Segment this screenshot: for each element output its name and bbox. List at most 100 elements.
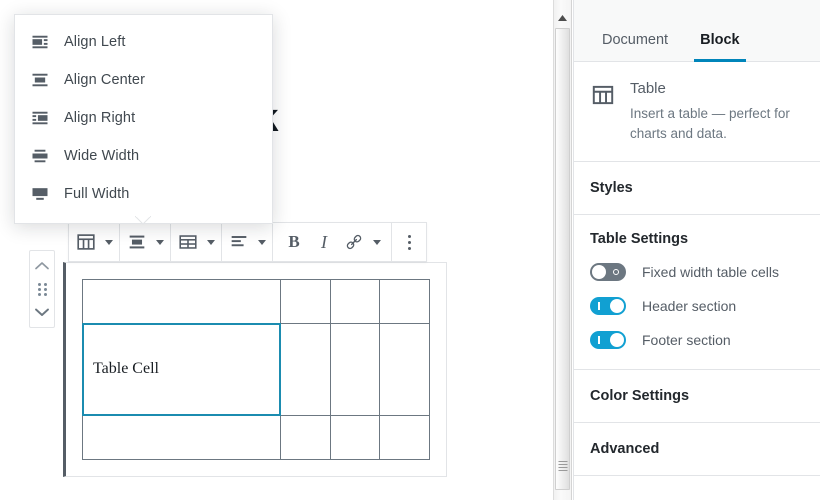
chevron-down-icon xyxy=(35,308,49,316)
editor-canvas: Table Block xyxy=(0,0,549,500)
bold-button[interactable]: B xyxy=(279,223,309,261)
table-cell[interactable] xyxy=(329,414,381,461)
text-alignment-caret[interactable] xyxy=(254,223,270,261)
toggle-fixed-width-table-cells[interactable] xyxy=(590,263,626,282)
italic-button[interactable]: I xyxy=(309,223,339,261)
panel-title: Advanced xyxy=(590,441,660,458)
chevron-down-icon xyxy=(105,239,113,245)
table-cell[interactable] xyxy=(279,414,331,461)
editor-table: Table Cell xyxy=(81,278,430,461)
scrollbar-thumb[interactable] xyxy=(555,28,570,490)
toggle-label: Fixed width table cells xyxy=(642,264,779,281)
move-up-button[interactable] xyxy=(30,255,54,277)
toggle-row-footer-section[interactable]: Footer section xyxy=(590,331,804,350)
chevron-down-icon xyxy=(207,239,215,245)
table-cell[interactable] xyxy=(329,323,381,416)
change-alignment-button[interactable] xyxy=(122,223,152,261)
alignment-caret[interactable] xyxy=(152,223,168,261)
wide-width-icon xyxy=(32,149,48,163)
chevron-down-icon xyxy=(156,239,164,245)
toggle-header-section[interactable] xyxy=(590,297,626,316)
toggle-knob xyxy=(610,299,624,314)
table-block[interactable]: Table Cell xyxy=(63,262,447,477)
block-type-caret[interactable] xyxy=(101,223,117,261)
block-mover-controls xyxy=(29,250,55,328)
toggle-on-mark-icon xyxy=(598,336,600,345)
tab-block[interactable]: Block xyxy=(684,32,756,62)
block-card-title: Table xyxy=(630,80,666,97)
menu-item-align-center[interactable]: Align Center xyxy=(15,61,272,99)
wordpress-block-editor: Table Block xyxy=(0,0,820,500)
menu-item-label: Align Right xyxy=(64,109,136,126)
panel-table-settings: Table Settings Fixed width table cells H… xyxy=(574,215,820,371)
link-icon xyxy=(346,234,362,250)
chevron-up-icon xyxy=(35,262,49,270)
panel-advanced[interactable]: Advanced xyxy=(574,423,820,477)
align-center-icon xyxy=(129,235,145,249)
change-text-alignment-button[interactable] xyxy=(224,223,254,261)
table-cell[interactable] xyxy=(82,414,281,461)
table-icon xyxy=(592,85,614,105)
table-cell[interactable] xyxy=(329,278,381,325)
table-cell[interactable] xyxy=(279,323,331,416)
table-row xyxy=(82,414,430,461)
align-center-icon xyxy=(32,73,48,87)
toggle-row-fixed-width-table-cells[interactable]: Fixed width table cells xyxy=(590,263,804,282)
table-cell[interactable] xyxy=(279,278,331,325)
block-card-text: Table Insert a table — perfect for chart… xyxy=(630,80,804,143)
menu-item-label: Wide Width xyxy=(64,147,140,164)
editor-scrollbar[interactable] xyxy=(553,0,572,500)
table-cell-selected[interactable]: Table Cell xyxy=(81,322,282,417)
edit-table-caret[interactable] xyxy=(203,223,219,261)
sidebar-tabs: Document Block xyxy=(574,0,820,62)
edit-table-icon xyxy=(179,235,197,249)
edit-table-button[interactable] xyxy=(173,223,203,261)
panel-color-settings[interactable]: Color Settings xyxy=(574,370,820,424)
scroll-up-button[interactable] xyxy=(554,10,571,25)
settings-sidebar: Document Block Table Insert a table — pe… xyxy=(573,0,820,500)
drag-handle[interactable] xyxy=(30,278,54,300)
toggle-knob xyxy=(610,333,624,348)
change-block-type-button[interactable] xyxy=(71,223,101,261)
more-options-button[interactable] xyxy=(394,223,424,261)
tab-document[interactable]: Document xyxy=(586,32,684,62)
toolbar-group-alignment xyxy=(120,223,171,261)
chevron-down-icon xyxy=(258,239,266,245)
block-toolbar: B I xyxy=(68,222,427,262)
align-right-icon xyxy=(32,111,48,125)
menu-item-align-right[interactable]: Align Right xyxy=(15,99,272,137)
text-align-left-icon xyxy=(231,236,247,247)
menu-item-align-left[interactable]: Align Left xyxy=(15,23,272,61)
menu-item-wide-width[interactable]: Wide Width xyxy=(15,137,272,175)
toolbar-group-edit-table xyxy=(171,223,222,261)
panel-title: Color Settings xyxy=(590,388,690,405)
toggle-knob xyxy=(592,265,606,280)
chevron-down-icon xyxy=(373,239,381,245)
drag-handle-icon xyxy=(37,282,47,296)
toggle-row-header-section[interactable]: Header section xyxy=(590,297,804,316)
table-cell[interactable] xyxy=(379,278,430,325)
more-rich-text-controls-button[interactable] xyxy=(369,223,385,261)
toggle-on-mark-icon xyxy=(598,302,600,311)
panel-title: Styles xyxy=(590,180,633,197)
full-width-icon xyxy=(32,188,48,200)
toggle-off-mark-icon xyxy=(613,269,619,276)
italic-icon: I xyxy=(321,231,327,252)
toolbar-group-rich-text: B I xyxy=(273,223,392,261)
menu-item-full-width[interactable]: Full Width xyxy=(15,175,272,213)
table-cell[interactable] xyxy=(379,323,430,416)
alignment-dropdown-menu: Align Left Align Center Align Right Wide… xyxy=(14,14,273,224)
menu-item-label: Align Center xyxy=(64,71,145,88)
table-cell[interactable] xyxy=(82,278,281,325)
block-card-panel: Table Insert a table — perfect for chart… xyxy=(574,62,820,163)
bold-icon: B xyxy=(288,232,300,251)
move-down-button[interactable] xyxy=(30,301,54,323)
toggle-label: Footer section xyxy=(642,332,731,349)
link-button[interactable] xyxy=(339,223,369,261)
toolbar-group-block-type xyxy=(69,223,120,261)
toggle-footer-section[interactable] xyxy=(590,331,626,350)
dropdown-arrow-pointer xyxy=(135,216,151,225)
toolbar-group-text-alignment xyxy=(222,223,273,261)
table-cell[interactable] xyxy=(379,414,430,461)
panel-styles[interactable]: Styles xyxy=(574,162,820,216)
